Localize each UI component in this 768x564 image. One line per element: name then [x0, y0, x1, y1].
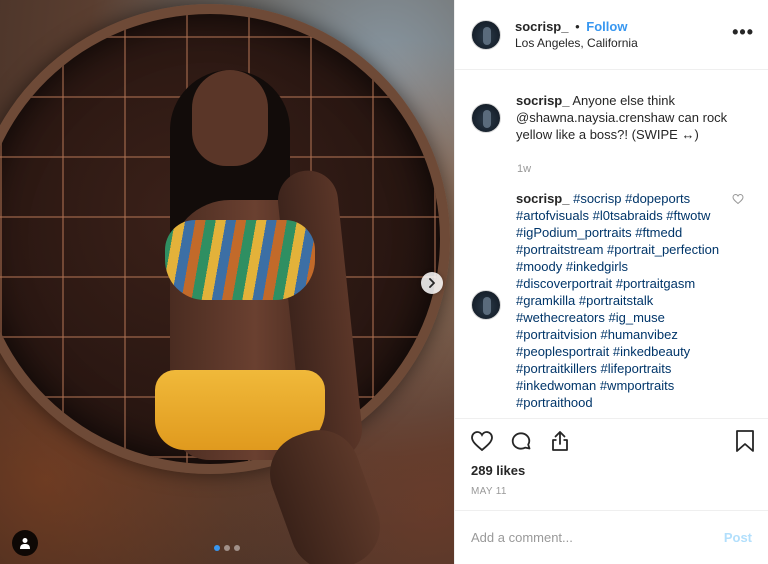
comments-section[interactable]: socrisp_ Anyone else think @shawna.naysi…	[455, 70, 768, 418]
carousel-dot	[224, 545, 230, 551]
caption-username[interactable]: socrisp_	[516, 93, 569, 108]
share-icon	[552, 430, 568, 451]
head	[192, 70, 268, 166]
post-photo[interactable]	[0, 0, 454, 564]
avatar[interactable]	[471, 102, 501, 133]
post-sidebar: socrisp_ • Follow Los Angeles, Californi…	[454, 0, 768, 564]
model-figure	[150, 70, 450, 564]
carousel-dots	[214, 545, 240, 551]
post-header: socrisp_ • Follow Los Angeles, Californi…	[455, 0, 768, 70]
more-options-icon[interactable]: •••	[732, 23, 754, 43]
carousel-dot-active	[214, 545, 220, 551]
like-button[interactable]	[469, 428, 495, 454]
avatar[interactable]	[471, 290, 501, 320]
save-button[interactable]	[732, 428, 758, 454]
chevron-right-icon	[429, 278, 435, 288]
carousel-dot	[234, 545, 240, 551]
heart-icon	[471, 430, 493, 451]
separator-dot: •	[575, 18, 580, 34]
crochet-top	[165, 220, 315, 300]
next-slide-button[interactable]	[421, 272, 443, 294]
caption: socrisp_ Anyone else think @shawna.naysi…	[471, 86, 752, 143]
comment-icon	[511, 431, 531, 450]
comment-button[interactable]	[508, 428, 534, 454]
comment-item: socrisp_ #socrisp #dopeports #artofvisua…	[471, 190, 752, 411]
username-link[interactable]: socrisp_	[515, 19, 568, 34]
tagged-users-button[interactable]	[12, 530, 38, 556]
post-date[interactable]: MAY 11	[455, 486, 768, 510]
action-bar	[455, 418, 768, 462]
hashtag-list[interactable]: #socrisp #dopeports #artofvisuals #l0tsa…	[516, 191, 719, 410]
add-comment-bar: Post	[455, 510, 768, 564]
likes-count[interactable]: 289 likes	[455, 462, 768, 480]
location-link[interactable]: Los Angeles, California	[515, 35, 732, 51]
header-text: socrisp_ • Follow Los Angeles, Californi…	[515, 19, 732, 51]
post-comment-button[interactable]: Post	[724, 530, 752, 545]
comment-input[interactable]	[471, 530, 724, 545]
caption-text: socrisp_ Anyone else think @shawna.naysi…	[516, 92, 752, 143]
avatar[interactable]	[471, 19, 501, 50]
user-icon	[20, 538, 30, 549]
comment-like-heart-icon[interactable]	[732, 193, 744, 205]
instagram-post: socrisp_ • Follow Los Angeles, Californi…	[0, 0, 768, 564]
follow-button[interactable]: Follow	[586, 19, 627, 34]
comment-username[interactable]: socrisp_	[516, 191, 569, 206]
caption-timestamp[interactable]: 1w	[517, 163, 752, 175]
comment-text: socrisp_ #socrisp #dopeports #artofvisua…	[516, 190, 752, 411]
bookmark-icon	[736, 429, 754, 452]
share-button[interactable]	[547, 428, 573, 454]
